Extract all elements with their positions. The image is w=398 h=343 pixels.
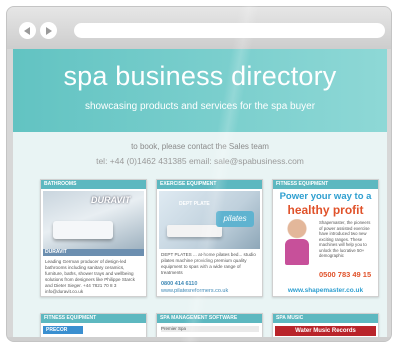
card-headline-accent: healthy profit <box>287 203 364 217</box>
address-bar[interactable] <box>74 23 385 38</box>
card-phone: 0800 414 6110 <box>161 281 198 287</box>
chevron-right-icon <box>46 26 52 35</box>
bathroom-photo: DURAVIT <box>43 191 144 249</box>
listing-card-software[interactable]: SPA MANAGEMENT SOFTWARE Premier Spa <box>156 313 263 337</box>
forward-button[interactable] <box>40 22 57 39</box>
card-body: PRECOR <box>41 323 146 337</box>
card-body: Premier Spa <box>157 323 262 337</box>
card-category: SPA MANAGEMENT SOFTWARE <box>157 314 262 323</box>
card-category: BATHROOMS <box>41 180 146 189</box>
card-body: Water Music Records <box>273 323 378 337</box>
brand-logo: PRECOR <box>43 326 83 334</box>
card-description: DEPT PLATES ... at-home pilates bed... s… <box>161 252 256 275</box>
listing-card-music[interactable]: SPA MUSIC Water Music Records <box>272 313 379 337</box>
listing-card-pilates[interactable]: EXERCISE EQUIPMENT DEPT PLATE pilates DE… <box>156 179 263 297</box>
listing-card-duravit[interactable]: BATHROOMS DURAVIT DURAVIT Leading German… <box>40 179 147 297</box>
card-description: Shapemaster, the pioneers of power assis… <box>319 220 371 258</box>
card-url[interactable]: www.shapemaster.co.uk <box>273 287 378 294</box>
card-description: Leading German producer of design-led ba… <box>45 259 135 294</box>
card-category: FITNESS EQUIPMENT <box>273 180 378 189</box>
page-title: spa business directory <box>13 61 387 92</box>
card-body: DURAVIT DURAVIT Leading German producer … <box>41 189 146 296</box>
browser-toolbar <box>7 7 391 49</box>
title-light: spa business <box>63 61 224 91</box>
brand-logo: DURAVIT <box>91 195 131 205</box>
page-viewport: spa business directory showcasing produc… <box>13 49 387 337</box>
card-category: SPA MUSIC <box>273 314 378 323</box>
title-bold: directory <box>231 61 337 91</box>
hero-banner: spa business directory showcasing produc… <box>13 49 387 132</box>
product-label: DEPT PLATE <box>179 201 210 207</box>
card-body: Power your way to a healthy profit Shape… <box>273 189 378 296</box>
card-category: EXERCISE EQUIPMENT <box>157 180 262 189</box>
chevron-left-icon <box>24 26 30 35</box>
pilates-photo: DEPT PLATE pilates <box>159 191 260 249</box>
listing-card-precor[interactable]: FITNESS EQUIPMENT PRECOR <box>40 313 147 337</box>
browser-window: spa business directory showcasing produc… <box>6 6 392 342</box>
card-category: FITNESS EQUIPMENT <box>41 314 146 323</box>
browser-bottom-bar <box>7 337 391 341</box>
person-photo <box>277 219 317 267</box>
reformer-bed-shape <box>167 225 222 237</box>
card-headline: Power your way to a <box>279 191 372 202</box>
brand-logo: Water Music Records <box>275 326 376 336</box>
brand-logo: pilates <box>216 211 254 227</box>
listing-card-shapemaster[interactable]: FITNESS EQUIPMENT Power your way to a he… <box>272 179 379 297</box>
card-url[interactable]: www.pilatesreformers.co.uk <box>161 288 228 294</box>
contact-line: to book, please contact the Sales team <box>131 142 269 151</box>
card-description: Premier Spa <box>161 326 259 332</box>
card-body: DEPT PLATE pilates DEPT PLATES ... at-ho… <box>157 189 262 296</box>
bathtub-shape <box>53 221 113 239</box>
page-subtitle: showcasing products and services for the… <box>84 101 316 112</box>
back-button[interactable] <box>19 22 36 39</box>
card-phone: 0500 783 49 15 <box>319 270 372 279</box>
contact-details: tel: +44 (0)1462 431385 email: sale@spab… <box>96 156 304 166</box>
brand-tag: DURAVIT <box>43 249 144 256</box>
